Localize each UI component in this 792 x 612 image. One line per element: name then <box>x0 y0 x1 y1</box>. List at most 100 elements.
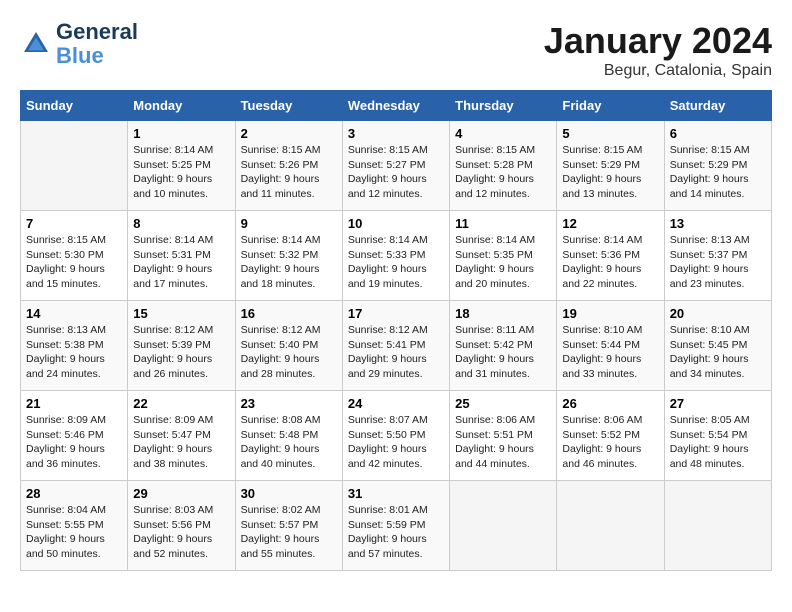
calendar-cell: 19 Sunrise: 8:10 AM Sunset: 5:44 PM Dayli… <box>557 301 664 391</box>
calendar-cell: 21Sunrise: 8:09 AM Sunset: 5:46 PM Dayli… <box>21 391 128 481</box>
day-number: 4 <box>455 126 551 141</box>
calendar-week-4: 21Sunrise: 8:09 AM Sunset: 5:46 PM Dayli… <box>21 391 772 481</box>
day-info: Sunrise: 8:13 AM Sunset: 5:38 PM Dayligh… <box>26 323 122 382</box>
day-info: Sunrise: 8:14 AM Sunset: 5:36 PM Dayligh… <box>562 233 658 292</box>
calendar-cell: 30Sunrise: 8:02 AM Sunset: 5:57 PM Dayli… <box>235 481 342 571</box>
day-number: 31 <box>348 486 444 501</box>
day-info: Sunrise: 8:14 AM Sunset: 5:25 PM Dayligh… <box>133 143 229 202</box>
day-info: Sunrise: 8:04 AM Sunset: 5:55 PM Dayligh… <box>26 503 122 562</box>
calendar-table: SundayMondayTuesdayWednesdayThursdayFrid… <box>20 90 772 571</box>
day-number: 7 <box>26 216 122 231</box>
day-number: 24 <box>348 396 444 411</box>
logo-text: General Blue <box>56 20 138 68</box>
day-number: 12 <box>562 216 658 231</box>
day-number: 2 <box>241 126 337 141</box>
day-info: Sunrise: 8:08 AM Sunset: 5:48 PM Dayligh… <box>241 413 337 472</box>
calendar-cell: 23Sunrise: 8:08 AM Sunset: 5:48 PM Dayli… <box>235 391 342 481</box>
calendar-cell: 6Sunrise: 8:15 AM Sunset: 5:29 PM Daylig… <box>664 121 771 211</box>
logo-icon <box>20 28 52 60</box>
day-number: 8 <box>133 216 229 231</box>
calendar-week-3: 14 Sunrise: 8:13 AM Sunset: 5:38 PM Dayli… <box>21 301 772 391</box>
day-info: Sunrise: 8:10 AM Sunset: 5:44 PM Dayligh… <box>562 323 658 382</box>
calendar-cell: 14 Sunrise: 8:13 AM Sunset: 5:38 PM Dayli… <box>21 301 128 391</box>
weekday-header-tuesday: Tuesday <box>235 91 342 121</box>
day-info: Sunrise: 8:15 AM Sunset: 5:27 PM Dayligh… <box>348 143 444 202</box>
calendar-cell: 13Sunrise: 8:13 AM Sunset: 5:37 PM Dayli… <box>664 211 771 301</box>
calendar-cell <box>557 481 664 571</box>
weekday-header-friday: Friday <box>557 91 664 121</box>
day-number: 17 <box>348 306 444 321</box>
calendar-cell: 3 Sunrise: 8:15 AM Sunset: 5:27 PM Daylig… <box>342 121 449 211</box>
calendar-cell: 16Sunrise: 8:12 AM Sunset: 5:40 PM Dayli… <box>235 301 342 391</box>
calendar-cell: 25Sunrise: 8:06 AM Sunset: 5:51 PM Dayli… <box>450 391 557 481</box>
calendar-cell: 8 Sunrise: 8:14 AM Sunset: 5:31 PM Daylig… <box>128 211 235 301</box>
day-number: 3 <box>348 126 444 141</box>
calendar-cell: 18 Sunrise: 8:11 AM Sunset: 5:42 PM Dayli… <box>450 301 557 391</box>
day-number: 11 <box>455 216 551 231</box>
weekday-header-thursday: Thursday <box>450 91 557 121</box>
calendar-cell: 15 Sunrise: 8:12 AM Sunset: 5:39 PM Dayli… <box>128 301 235 391</box>
calendar-cell: 26 Sunrise: 8:06 AM Sunset: 5:52 PM Dayli… <box>557 391 664 481</box>
day-info: Sunrise: 8:14 AM Sunset: 5:35 PM Dayligh… <box>455 233 551 292</box>
day-number: 19 <box>562 306 658 321</box>
calendar-cell: 20 Sunrise: 8:10 AM Sunset: 5:45 PM Dayli… <box>664 301 771 391</box>
day-number: 5 <box>562 126 658 141</box>
logo: General Blue <box>20 20 138 68</box>
day-number: 10 <box>348 216 444 231</box>
day-number: 18 <box>455 306 551 321</box>
weekday-header-row: SundayMondayTuesdayWednesdayThursdayFrid… <box>21 91 772 121</box>
calendar-cell <box>450 481 557 571</box>
day-number: 28 <box>26 486 122 501</box>
calendar-cell: 28 Sunrise: 8:04 AM Sunset: 5:55 PM Dayli… <box>21 481 128 571</box>
day-info: Sunrise: 8:05 AM Sunset: 5:54 PM Dayligh… <box>670 413 766 472</box>
weekday-header-sunday: Sunday <box>21 91 128 121</box>
calendar-cell: 7Sunrise: 8:15 AM Sunset: 5:30 PM Daylig… <box>21 211 128 301</box>
page-header: General Blue January 2024 Begur, Catalon… <box>20 20 772 80</box>
calendar-cell: 5 Sunrise: 8:15 AM Sunset: 5:29 PM Daylig… <box>557 121 664 211</box>
calendar-cell: 27Sunrise: 8:05 AM Sunset: 5:54 PM Dayli… <box>664 391 771 481</box>
day-number: 30 <box>241 486 337 501</box>
calendar-cell: 22Sunrise: 8:09 AM Sunset: 5:47 PM Dayli… <box>128 391 235 481</box>
day-info: Sunrise: 8:14 AM Sunset: 5:33 PM Dayligh… <box>348 233 444 292</box>
day-info: Sunrise: 8:12 AM Sunset: 5:39 PM Dayligh… <box>133 323 229 382</box>
day-number: 15 <box>133 306 229 321</box>
calendar-cell: 11 Sunrise: 8:14 AM Sunset: 5:35 PM Dayli… <box>450 211 557 301</box>
day-number: 14 <box>26 306 122 321</box>
day-number: 1 <box>133 126 229 141</box>
day-info: Sunrise: 8:15 AM Sunset: 5:29 PM Dayligh… <box>670 143 766 202</box>
day-info: Sunrise: 8:01 AM Sunset: 5:59 PM Dayligh… <box>348 503 444 562</box>
day-info: Sunrise: 8:15 AM Sunset: 5:29 PM Dayligh… <box>562 143 658 202</box>
day-info: Sunrise: 8:10 AM Sunset: 5:45 PM Dayligh… <box>670 323 766 382</box>
calendar-cell: 4 Sunrise: 8:15 AM Sunset: 5:28 PM Daylig… <box>450 121 557 211</box>
calendar-cell: 9 Sunrise: 8:14 AM Sunset: 5:32 PM Daylig… <box>235 211 342 301</box>
weekday-header-monday: Monday <box>128 91 235 121</box>
day-info: Sunrise: 8:07 AM Sunset: 5:50 PM Dayligh… <box>348 413 444 472</box>
day-info: Sunrise: 8:15 AM Sunset: 5:26 PM Dayligh… <box>241 143 337 202</box>
calendar-cell: 17Sunrise: 8:12 AM Sunset: 5:41 PM Dayli… <box>342 301 449 391</box>
day-number: 22 <box>133 396 229 411</box>
calendar-week-2: 7Sunrise: 8:15 AM Sunset: 5:30 PM Daylig… <box>21 211 772 301</box>
calendar-cell: 29 Sunrise: 8:03 AM Sunset: 5:56 PM Dayli… <box>128 481 235 571</box>
day-info: Sunrise: 8:15 AM Sunset: 5:28 PM Dayligh… <box>455 143 551 202</box>
calendar-cell: 24 Sunrise: 8:07 AM Sunset: 5:50 PM Dayli… <box>342 391 449 481</box>
calendar-cell: 12 Sunrise: 8:14 AM Sunset: 5:36 PM Dayli… <box>557 211 664 301</box>
day-number: 26 <box>562 396 658 411</box>
day-info: Sunrise: 8:14 AM Sunset: 5:31 PM Dayligh… <box>133 233 229 292</box>
day-info: Sunrise: 8:11 AM Sunset: 5:42 PM Dayligh… <box>455 323 551 382</box>
calendar-cell <box>21 121 128 211</box>
day-number: 29 <box>133 486 229 501</box>
day-info: Sunrise: 8:12 AM Sunset: 5:40 PM Dayligh… <box>241 323 337 382</box>
calendar-cell: 10 Sunrise: 8:14 AM Sunset: 5:33 PM Dayli… <box>342 211 449 301</box>
calendar-cell: 2 Sunrise: 8:15 AM Sunset: 5:26 PM Daylig… <box>235 121 342 211</box>
day-info: Sunrise: 8:03 AM Sunset: 5:56 PM Dayligh… <box>133 503 229 562</box>
day-number: 13 <box>670 216 766 231</box>
day-number: 9 <box>241 216 337 231</box>
calendar-cell: 31 Sunrise: 8:01 AM Sunset: 5:59 PM Dayli… <box>342 481 449 571</box>
calendar-cell <box>664 481 771 571</box>
month-title: January 2024 <box>544 20 772 62</box>
calendar-week-5: 28 Sunrise: 8:04 AM Sunset: 5:55 PM Dayli… <box>21 481 772 571</box>
calendar-week-1: 1 Sunrise: 8:14 AM Sunset: 5:25 PM Daylig… <box>21 121 772 211</box>
day-number: 20 <box>670 306 766 321</box>
day-info: Sunrise: 8:06 AM Sunset: 5:52 PM Dayligh… <box>562 413 658 472</box>
day-info: Sunrise: 8:14 AM Sunset: 5:32 PM Dayligh… <box>241 233 337 292</box>
